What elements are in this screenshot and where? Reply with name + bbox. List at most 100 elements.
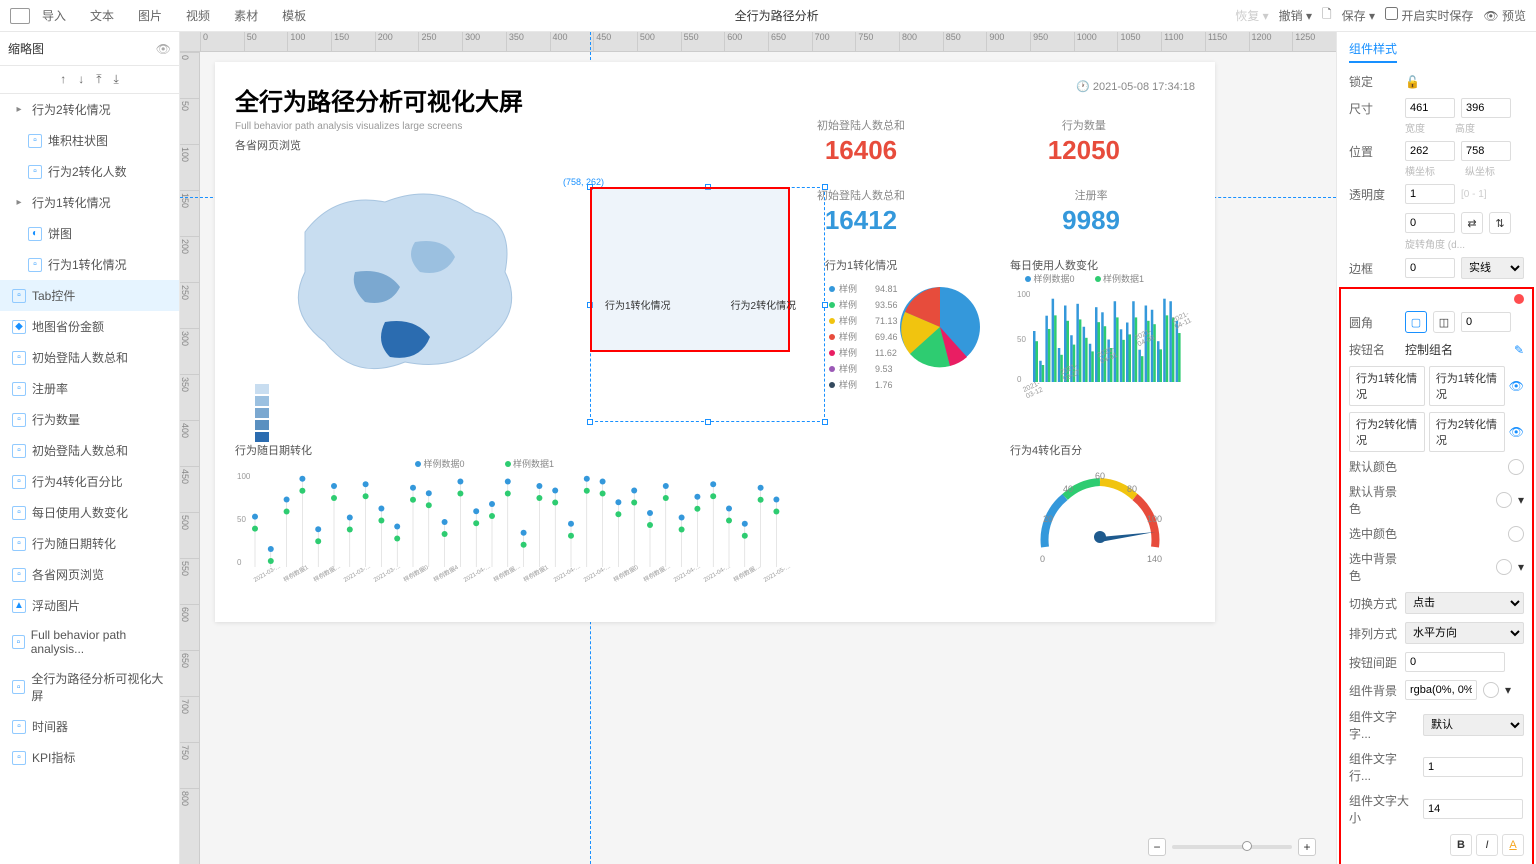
tree-item[interactable]: ▫行为4转化百分比 [0, 466, 179, 497]
font-color-icon[interactable]: A [1502, 834, 1524, 856]
dashboard-canvas[interactable]: 全行为路径分析可视化大屏 Full behavior path analysis… [215, 62, 1215, 622]
zoom-in-button[interactable]: + [1298, 838, 1316, 856]
tree-item[interactable]: ▫行为1转化情况 [0, 249, 179, 280]
rotation-input[interactable] [1405, 213, 1455, 233]
selection-box[interactable] [590, 187, 790, 352]
tree-item[interactable]: ▫堆积柱状图 [0, 125, 179, 156]
chevron-down-icon[interactable]: ▾ [1518, 560, 1524, 574]
tree-item[interactable]: ▫行为数量 [0, 404, 179, 435]
folder-icon: ▸ [12, 196, 26, 210]
tree-item[interactable]: ◆地图省份金额 [0, 311, 179, 342]
tree-item[interactable]: ▸行为2转化情况 [0, 94, 179, 125]
bring-front-icon[interactable]: ⤒ [96, 72, 101, 87]
tree-item[interactable]: ▫KPI指标 [0, 742, 179, 773]
flip-v-icon[interactable]: ⇅ [1489, 212, 1511, 234]
kpi-icon: ▫ [12, 475, 26, 489]
tree-item[interactable]: ▫行为随日期转化 [0, 528, 179, 559]
svg-text:样例数据4: 样例数据4 [432, 563, 460, 584]
height-input[interactable] [1461, 98, 1511, 118]
svg-text:2021-04-…: 2021-04-… [703, 564, 732, 584]
arrange-label: 排列方式 [1349, 625, 1399, 642]
tree-item[interactable]: ▫Full behavior path analysis... [0, 621, 179, 663]
arrange-select[interactable]: 水平方向 [1405, 622, 1524, 644]
sel-color-label: 选中颜色 [1349, 525, 1399, 542]
line-height-input[interactable] [1423, 757, 1523, 777]
svg-text:样例数据…: 样例数据… [312, 562, 342, 584]
map-icon: ◆ [12, 320, 26, 334]
tree-item[interactable]: ▫初始登陆人数总和 [0, 342, 179, 373]
svg-text:样例数据1: 样例数据1 [522, 563, 550, 584]
width-input[interactable] [1405, 98, 1455, 118]
realtime-save-toggle[interactable]: 开启实时保存 [1385, 7, 1473, 24]
img-icon: ▲ [12, 599, 26, 613]
tab-2[interactable]: 行为2转化情况 [731, 297, 797, 312]
font-size-input[interactable] [1423, 799, 1523, 819]
tree-item[interactable]: ◐饼图 [0, 218, 179, 249]
comp-bg-swatch[interactable] [1483, 682, 1499, 698]
font-family-select[interactable]: 默认 [1423, 714, 1524, 736]
kpi-icon: ▫ [12, 720, 26, 734]
tree-item[interactable]: ▫每日使用人数变化 [0, 497, 179, 528]
tree-item[interactable]: ▫时间器 [0, 711, 179, 742]
svg-text:2021-03-…: 2021-03-… [373, 564, 402, 584]
sel-bg-swatch[interactable] [1496, 559, 1512, 575]
gap-input[interactable] [1405, 652, 1505, 672]
button-name-2[interactable]: 行为2转化情况 [1349, 412, 1425, 452]
radius-all-icon[interactable]: ▢ [1405, 311, 1427, 333]
tree-item[interactable]: ▫行为2转化人数 [0, 156, 179, 187]
menu-template[interactable]: 模板 [282, 7, 306, 24]
move-down-icon[interactable]: ↓ [78, 72, 84, 87]
tree-item[interactable]: ▲浮动图片 [0, 590, 179, 621]
menu-text[interactable]: 文本 [90, 7, 114, 24]
border-style-select[interactable]: 实线 [1461, 257, 1524, 279]
save-button[interactable]: 保存 ▾ [1342, 7, 1375, 24]
kpi-value: 12050 [1048, 135, 1120, 166]
def-bg-swatch[interactable] [1496, 492, 1512, 508]
border-input[interactable] [1405, 258, 1455, 278]
flip-h-icon[interactable]: ⇄ [1461, 212, 1483, 234]
tree-item[interactable]: ▫Tab控件 [0, 280, 179, 311]
menu-material[interactable]: 素材 [234, 7, 258, 24]
tree-item[interactable]: ▫各省网页浏览 [0, 559, 179, 590]
zoom-out-button[interactable]: − [1148, 838, 1166, 856]
chevron-down-icon[interactable]: ▾ [1505, 683, 1511, 697]
tab-1[interactable]: 行为1转化情况 [605, 297, 671, 312]
bold-icon[interactable]: B [1450, 834, 1472, 856]
x-input[interactable] [1405, 141, 1455, 161]
italic-icon[interactable]: I [1476, 834, 1498, 856]
style-tab[interactable]: 组件样式 [1349, 40, 1397, 63]
send-back-icon[interactable]: ⤓ [114, 72, 119, 87]
switch-mode-select[interactable]: 点击 [1405, 592, 1524, 614]
menu-image[interactable]: 图片 [138, 7, 162, 24]
restore-button[interactable]: 恢复 ▾ [1235, 7, 1268, 24]
kpi-label: 注册率 [1062, 187, 1120, 203]
eye-icon[interactable]: 👁 [156, 42, 171, 56]
tree-item[interactable]: ▫全行为路径分析可视化大屏 [0, 663, 179, 711]
china-map [255, 152, 595, 442]
ctrl-name-2[interactable]: 行为2转化情况 [1429, 412, 1505, 452]
opacity-input[interactable] [1405, 184, 1455, 204]
eye-icon[interactable]: 👁 [1509, 379, 1524, 393]
project-title: 全行为路径分析 [318, 7, 1235, 24]
menu-import[interactable]: 导入 [42, 7, 66, 24]
def-color-swatch[interactable] [1508, 459, 1524, 475]
zoom-slider[interactable] [1172, 845, 1292, 849]
tree-item[interactable]: ▸行为1转化情况 [0, 187, 179, 218]
chevron-down-icon[interactable]: ▾ [1518, 493, 1524, 507]
y-input[interactable] [1461, 141, 1511, 161]
eye-icon[interactable]: 👁 [1509, 425, 1524, 439]
menu-video[interactable]: 视频 [186, 7, 210, 24]
move-up-icon[interactable]: ↑ [60, 72, 66, 87]
tree-item[interactable]: ▫初始登陆人数总和 [0, 435, 179, 466]
radius-each-icon[interactable]: ◫ [1433, 311, 1455, 333]
comp-bg-input[interactable] [1405, 680, 1477, 700]
tree-item[interactable]: ▫注册率 [0, 373, 179, 404]
sel-color-swatch[interactable] [1508, 526, 1524, 542]
lock-icon[interactable]: 🔓 [1405, 75, 1420, 89]
ctrl-name-1[interactable]: 行为1转化情况 [1429, 366, 1505, 406]
undo-button[interactable]: 撤销 ▾ [1279, 7, 1312, 24]
edit-icon[interactable]: ✎ [1514, 343, 1524, 357]
button-name-1[interactable]: 行为1转化情况 [1349, 366, 1425, 406]
radius-input[interactable] [1461, 312, 1511, 332]
preview-button[interactable]: 👁 预览 [1483, 7, 1526, 24]
